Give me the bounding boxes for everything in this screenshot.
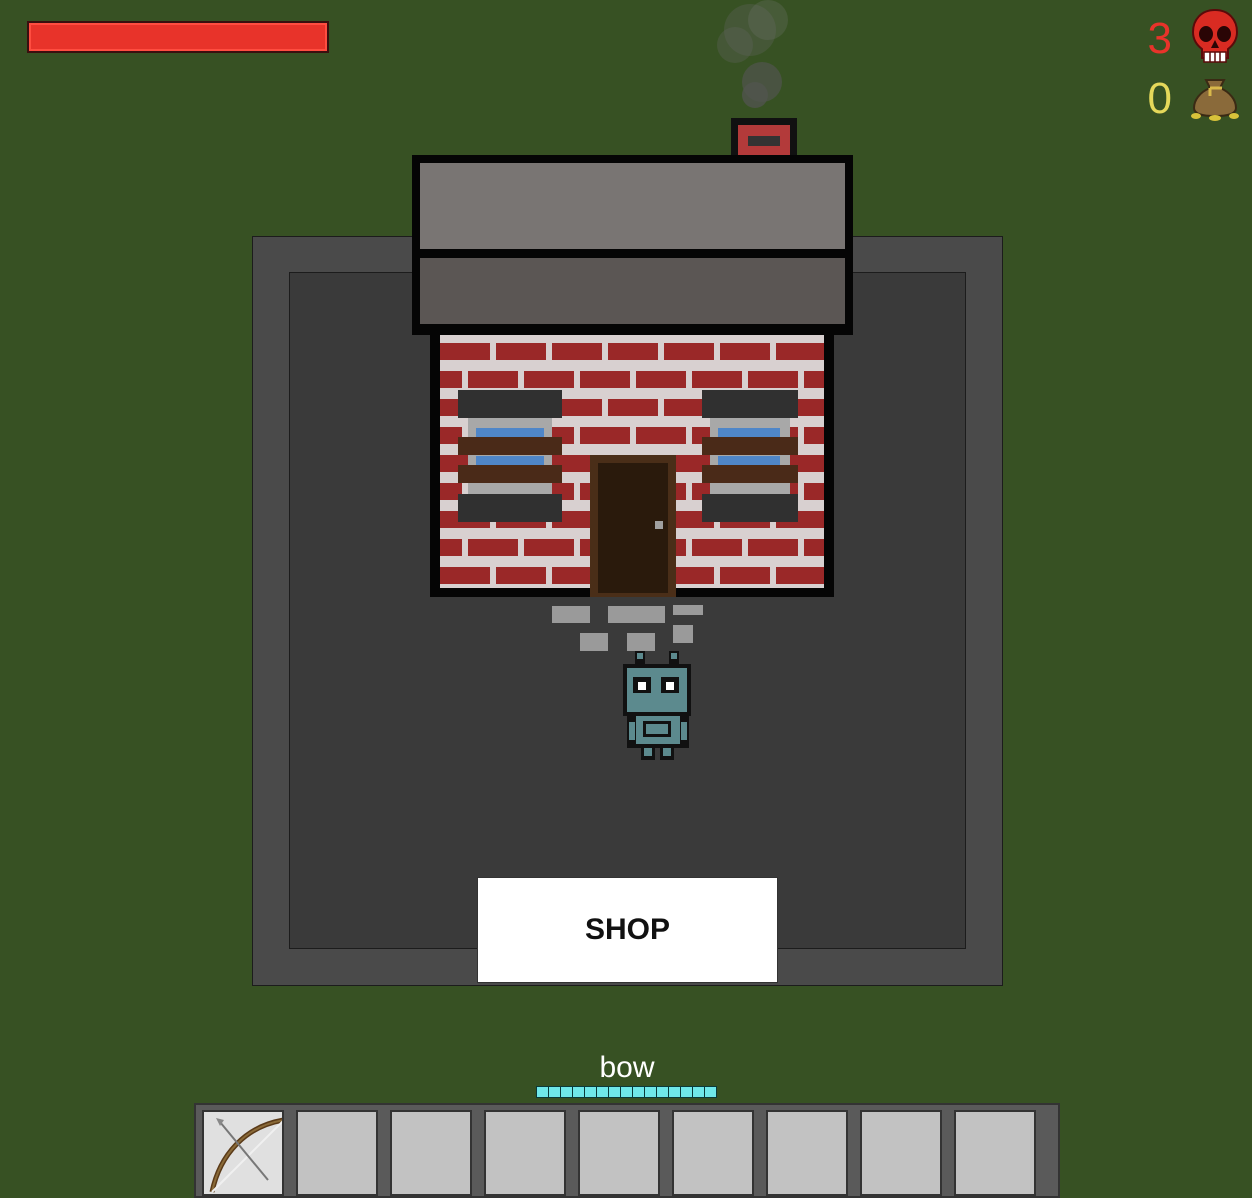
shop-button[interactable]: SHOP xyxy=(477,877,778,983)
brick xyxy=(440,539,462,556)
ammo-pip xyxy=(573,1087,584,1097)
brick xyxy=(636,371,686,388)
brick xyxy=(440,371,462,388)
brick xyxy=(468,539,518,556)
brick xyxy=(748,539,798,556)
brick xyxy=(608,343,658,360)
brick xyxy=(524,539,574,556)
roof xyxy=(412,155,853,335)
brick xyxy=(748,371,798,388)
ammo-bar xyxy=(536,1086,717,1098)
brick xyxy=(692,539,742,556)
brick xyxy=(692,371,742,388)
inventory-hotbar xyxy=(194,1103,1060,1198)
brick xyxy=(636,427,686,444)
hotbar-slot-5[interactable] xyxy=(578,1110,660,1196)
brick xyxy=(804,539,824,556)
selected-weapon-label: bow xyxy=(599,1051,655,1084)
ammo-pip xyxy=(645,1087,656,1097)
brick xyxy=(720,567,770,584)
bow-icon xyxy=(209,1117,282,1193)
right-window xyxy=(702,390,798,522)
brick xyxy=(496,343,546,360)
shop-door xyxy=(590,455,676,597)
hotbar-slot-4[interactable] xyxy=(484,1110,566,1196)
ammo-pip xyxy=(705,1087,716,1097)
brick xyxy=(552,343,602,360)
ammo-pip xyxy=(669,1087,680,1097)
ammo-pip xyxy=(681,1087,692,1097)
ammo-pip xyxy=(657,1087,668,1097)
ammo-pip xyxy=(693,1087,704,1097)
ammo-pip xyxy=(537,1087,548,1097)
ammo-pip xyxy=(597,1087,608,1097)
ammo-pip xyxy=(621,1087,632,1097)
brick xyxy=(524,371,574,388)
brick xyxy=(580,427,630,444)
brick xyxy=(804,427,824,444)
hotbar-slot-8[interactable] xyxy=(860,1110,942,1196)
hotbar-slot-6[interactable] xyxy=(672,1110,754,1196)
brick xyxy=(496,567,546,584)
ammo-pip xyxy=(633,1087,644,1097)
hotbar-slot-9[interactable] xyxy=(954,1110,1036,1196)
ammo-pip xyxy=(549,1087,560,1097)
brick xyxy=(468,371,518,388)
ammo-pip xyxy=(585,1087,596,1097)
brick xyxy=(440,343,490,360)
player-robot xyxy=(623,651,691,760)
brick xyxy=(776,567,824,584)
chimney-smoke xyxy=(717,0,788,108)
stepping-stones xyxy=(552,605,703,651)
brick xyxy=(720,343,770,360)
hotbar-slot-2[interactable] xyxy=(296,1110,378,1196)
shop-house xyxy=(412,0,853,760)
brick xyxy=(804,371,824,388)
left-window xyxy=(458,390,562,522)
ammo-pip xyxy=(609,1087,620,1097)
brick xyxy=(440,567,490,584)
hotbar-slot-7[interactable] xyxy=(766,1110,848,1196)
brick xyxy=(664,343,714,360)
hotbar-slot-1[interactable] xyxy=(202,1110,284,1196)
hotbar-slot-3[interactable] xyxy=(390,1110,472,1196)
brick xyxy=(776,343,824,360)
brick xyxy=(608,399,658,416)
brick xyxy=(580,371,630,388)
brick xyxy=(804,483,824,500)
ammo-pip xyxy=(561,1087,572,1097)
